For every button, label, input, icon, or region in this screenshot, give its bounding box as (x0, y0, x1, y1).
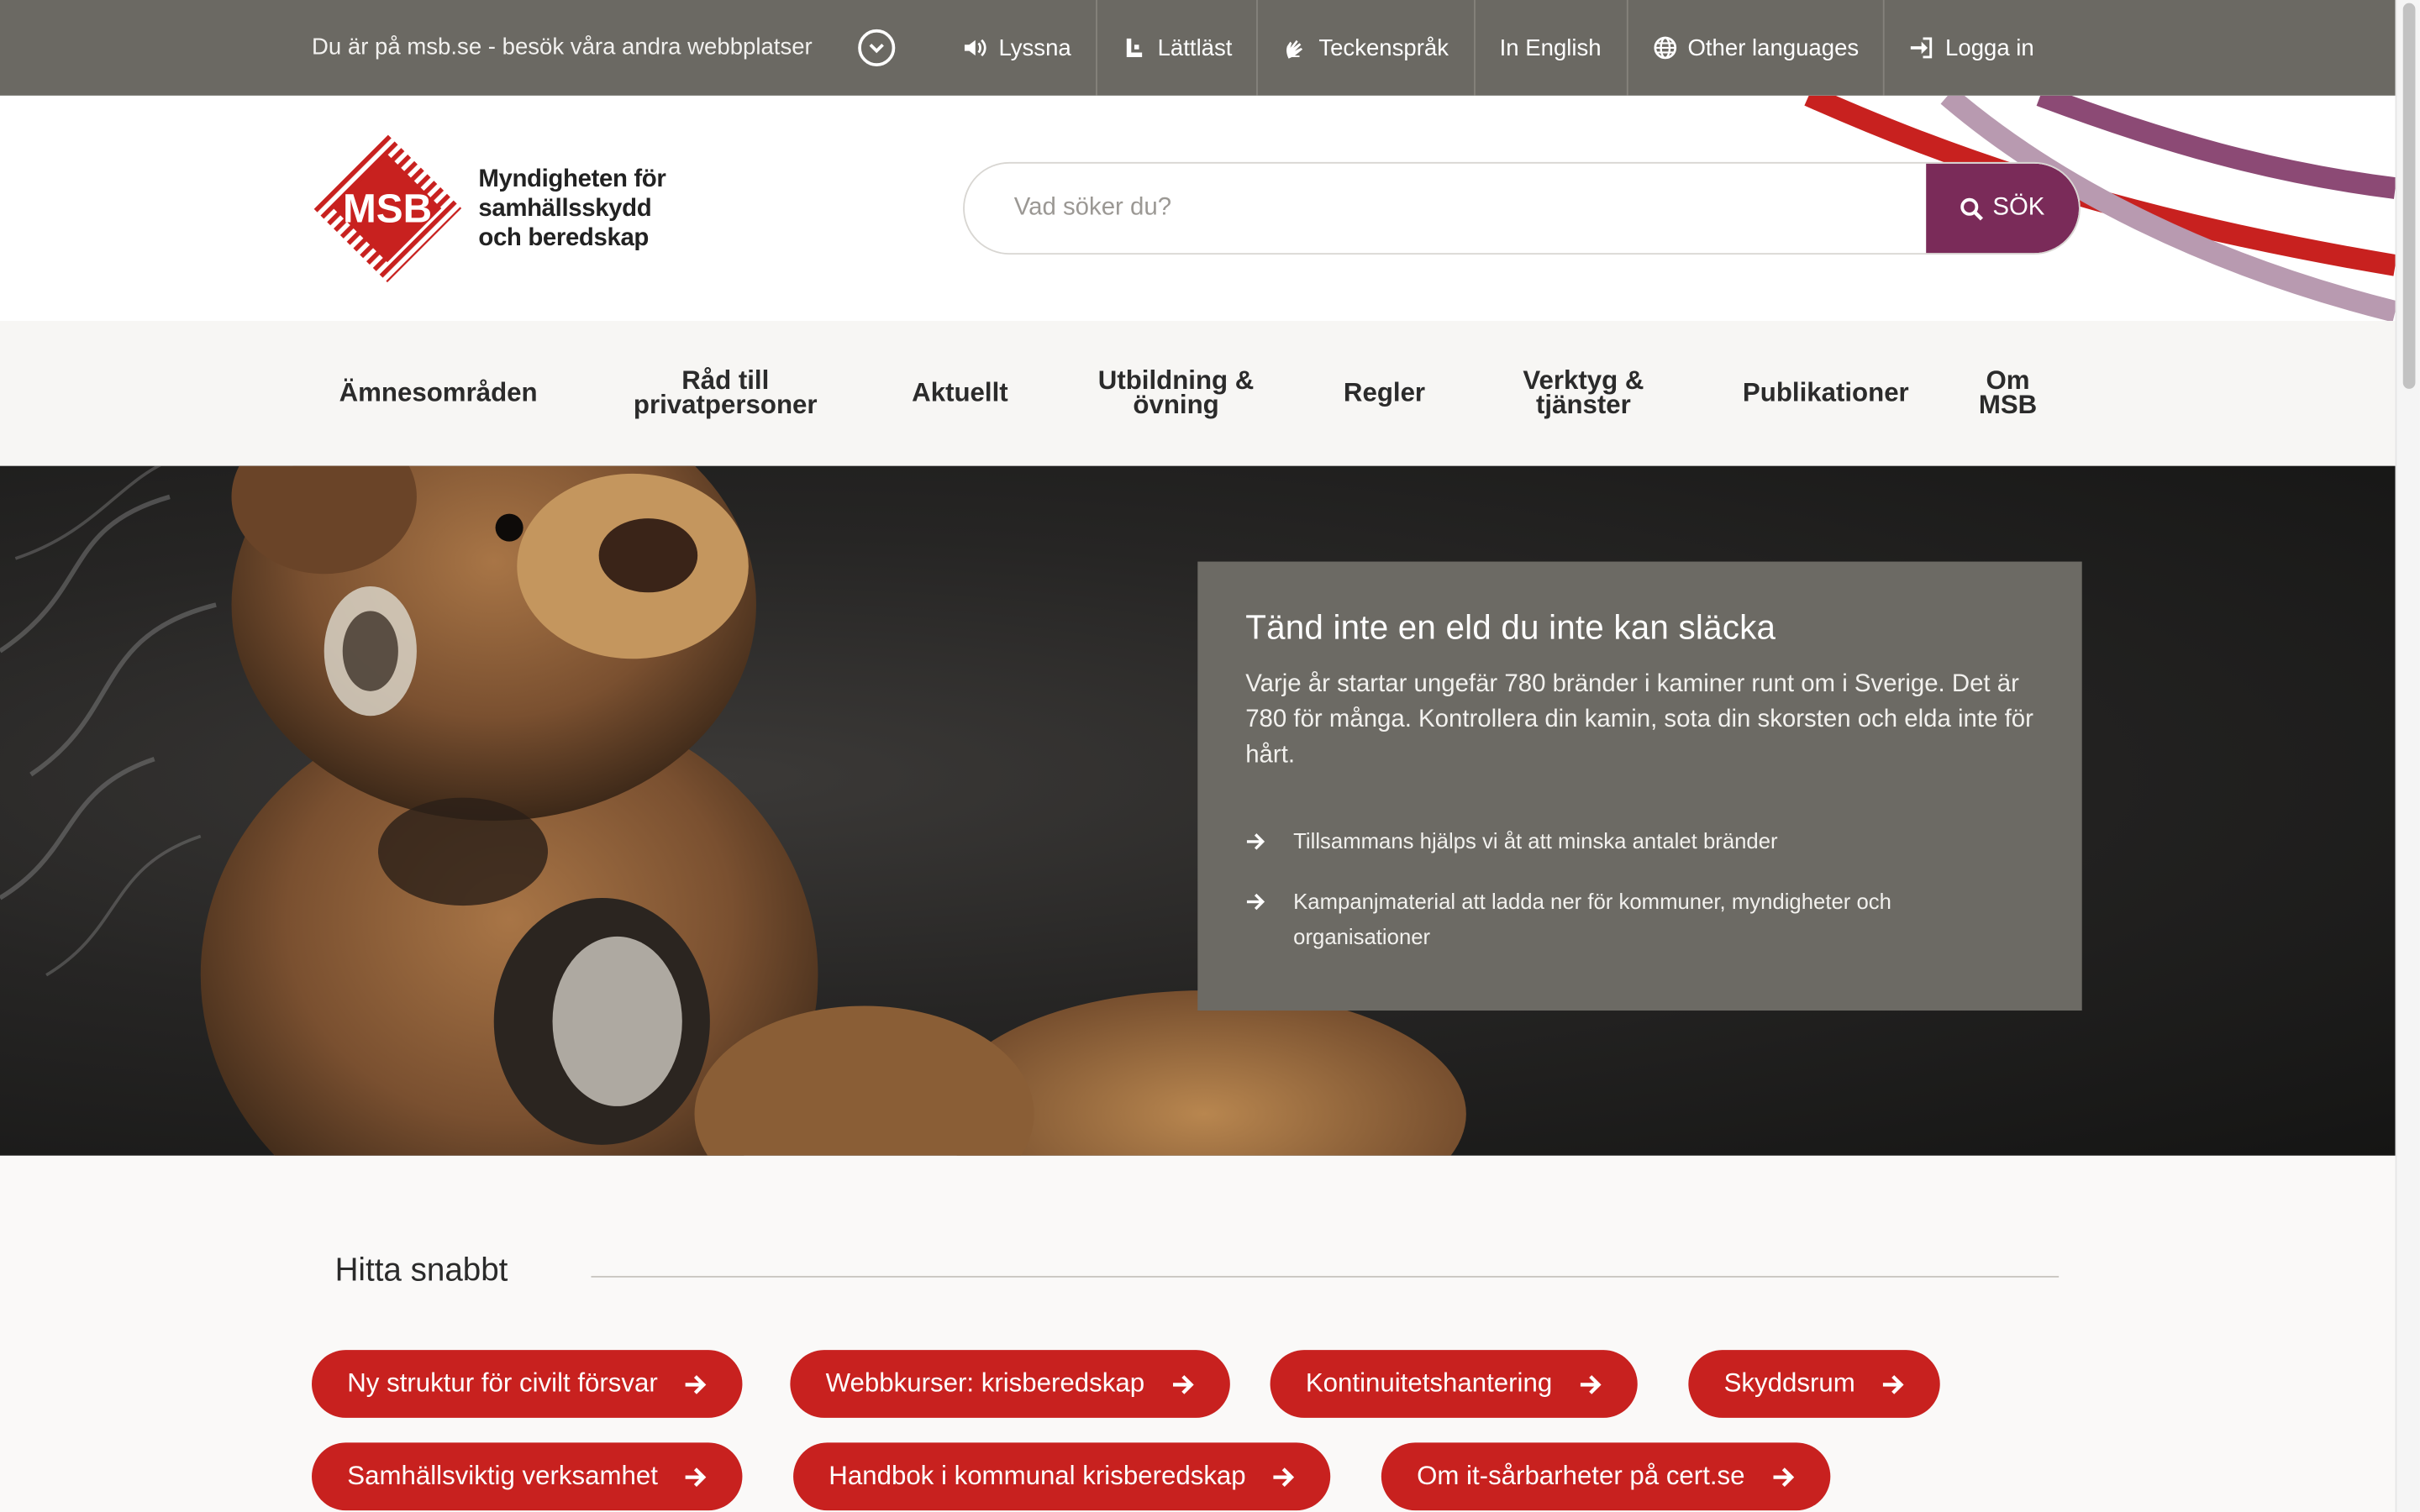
nav-item-publikationer[interactable]: Publikationer (1728, 321, 1923, 466)
arrow-right-icon (686, 1467, 707, 1487)
easy-read-icon (1126, 38, 1143, 57)
quick-link-label: Ny struktur för civilt försvar (347, 1368, 658, 1399)
nav-label: Verktyg & tjänster (1523, 365, 1644, 420)
other-languages-link[interactable]: Other languages (1625, 0, 1884, 96)
msb-logo[interactable]: MSB Myndigheten för samhällsskydd och be… (312, 133, 679, 284)
quick-link[interactable]: Om it-sårbarheter på cert.se (1381, 1442, 1830, 1511)
other-sites-toggle[interactable] (858, 29, 896, 66)
utility-bar: Du är på msb.se - besök våra andra webbp… (0, 0, 2396, 96)
quick-link-label: Handbok i kommunal krisberedskap (829, 1461, 1246, 1491)
arrow-right-icon (1246, 833, 1265, 850)
quick-link-label: Om it-sårbarheter på cert.se (1417, 1461, 1745, 1491)
quick-link-label: Samhällsviktig verksamhet (347, 1461, 658, 1491)
arrow-right-icon (1273, 1467, 1295, 1487)
nav-label: Råd till privatpersoner (633, 365, 818, 420)
easy-read-label: Lättläst (1157, 34, 1233, 61)
campaign-link-label: Tillsammans hjälps vi åt att minska anta… (1293, 828, 1778, 853)
logo-letters: MSB (343, 186, 432, 231)
logo-line-2: samhällsskydd (478, 195, 652, 222)
search-button-label: SÖK (1992, 194, 2045, 221)
quick-link-label: Webbkurser: krisberedskap (825, 1368, 1145, 1399)
listen-label: Lyssna (998, 34, 1071, 61)
login-label: Logga in (1945, 34, 2034, 61)
sign-language-label: Teckenspråk (1318, 34, 1449, 61)
easy-read-link[interactable]: Lättläst (1096, 0, 1257, 96)
speaker-icon (965, 39, 986, 57)
nav-item-utbildning-ovning[interactable]: Utbildning & övning (1090, 321, 1263, 466)
sign-language-link[interactable]: Teckenspråk (1256, 0, 1474, 96)
hero-banner: Tänd inte en eld du inte kan släcka Varj… (0, 465, 2396, 1156)
in-english-label: In English (1499, 34, 1602, 61)
campaign-link[interactable]: Tillsammans hjälps vi åt att minska anta… (1245, 824, 2034, 859)
nav-item-regler[interactable]: Regler (1328, 321, 1442, 466)
nav-item-verktyg-tjanster[interactable]: Verktyg & tjänster (1507, 321, 1661, 466)
quick-link[interactable]: Samhällsviktig verksamhet (312, 1442, 743, 1511)
quick-link[interactable]: Skyddsrum (1688, 1350, 1940, 1418)
quick-link[interactable]: Handbok i kommunal krisberedskap (793, 1442, 1331, 1511)
other-languages-label: Other languages (1687, 34, 1860, 61)
nav-label: Ämnesområden (339, 377, 538, 407)
nav-item-amnesomraden[interactable]: Ämnesområden (324, 321, 553, 466)
globe-icon (1653, 36, 1676, 60)
quick-link[interactable]: Webbkurser: krisberedskap (790, 1350, 1230, 1418)
nav-label: Om MSB (1978, 365, 2038, 420)
search-button[interactable]: SÖK (1926, 163, 2080, 254)
site-header: MSB Myndigheten för samhällsskydd och be… (0, 95, 2396, 322)
nav-item-rad-till-privatpersoner[interactable]: Råd till privatpersoner (618, 321, 834, 466)
arrow-right-icon (1882, 1374, 1904, 1394)
logo-wordmark: Myndigheten för samhällsskydd och bereds… (478, 165, 679, 253)
arrow-right-icon (1580, 1374, 1602, 1394)
nav-label: Aktuellt (912, 377, 1008, 407)
campaign-card: Tänd inte en eld du inte kan släcka Varj… (1197, 561, 2082, 1011)
arrow-right-icon (685, 1374, 707, 1394)
logo-line-1: Myndigheten för (478, 165, 666, 192)
nav-item-om-msb[interactable]: Om MSB (1970, 321, 2047, 466)
other-sites-label: Du är på msb.se - besök våra andra webbp… (312, 34, 813, 60)
quick-link-label: Skyddsrum (1723, 1368, 1855, 1399)
quick-link[interactable]: Ny struktur för civilt försvar (312, 1350, 743, 1418)
search-input[interactable] (964, 163, 1928, 252)
quick-link[interactable]: Kontinuitetshantering (1270, 1350, 1638, 1418)
logo-line-3: och beredskap (478, 224, 650, 251)
quick-link-label: Kontinuitetshantering (1305, 1368, 1553, 1399)
divider (591, 1275, 2060, 1278)
main-navigation: Ämnesområden Råd till privatpersoner Akt… (0, 321, 2396, 466)
scrollbar-thumb[interactable] (2402, 3, 2416, 389)
quick-links-title: Hitta snabbt (334, 1252, 508, 1289)
search-icon (1960, 197, 1984, 220)
login-link[interactable]: Logga in (1883, 0, 2060, 96)
campaign-link-label: Kampanjmaterial att ladda ner för kommun… (1293, 888, 1891, 949)
nav-label: Publikationer (1742, 377, 1909, 407)
nav-item-aktuellt[interactable]: Aktuellt (895, 321, 1024, 466)
nav-label: Utbildning & övning (1097, 365, 1255, 420)
in-english-link[interactable]: In English (1473, 0, 1626, 96)
sign-language-icon (1286, 39, 1303, 59)
campaign-text: Varje år startar ungefär 780 bränder i k… (1245, 670, 2033, 769)
arrow-right-icon (1772, 1467, 1794, 1487)
arrow-right-icon (1172, 1374, 1194, 1394)
login-icon (1911, 37, 1933, 59)
campaign-link[interactable]: Kampanjmaterial att ladda ner för kommun… (1245, 884, 2034, 954)
page-scrollbar[interactable] (2395, 0, 2420, 1512)
campaign-links: Tillsammans hjälps vi åt att minska anta… (1245, 824, 2034, 955)
campaign-title[interactable]: Tänd inte en eld du inte kan släcka (1245, 608, 2034, 648)
msb-logo-mark: MSB (312, 133, 463, 284)
chevron-down-icon (869, 43, 884, 54)
search-form: SÖK (963, 161, 2081, 255)
arrow-right-icon (1246, 893, 1265, 911)
listen-link[interactable]: Lyssna (939, 0, 1096, 96)
nav-label: Regler (1343, 377, 1426, 407)
accessibility-tools: Lyssna Lättläst Teckenspråk In English O… (939, 0, 2059, 96)
